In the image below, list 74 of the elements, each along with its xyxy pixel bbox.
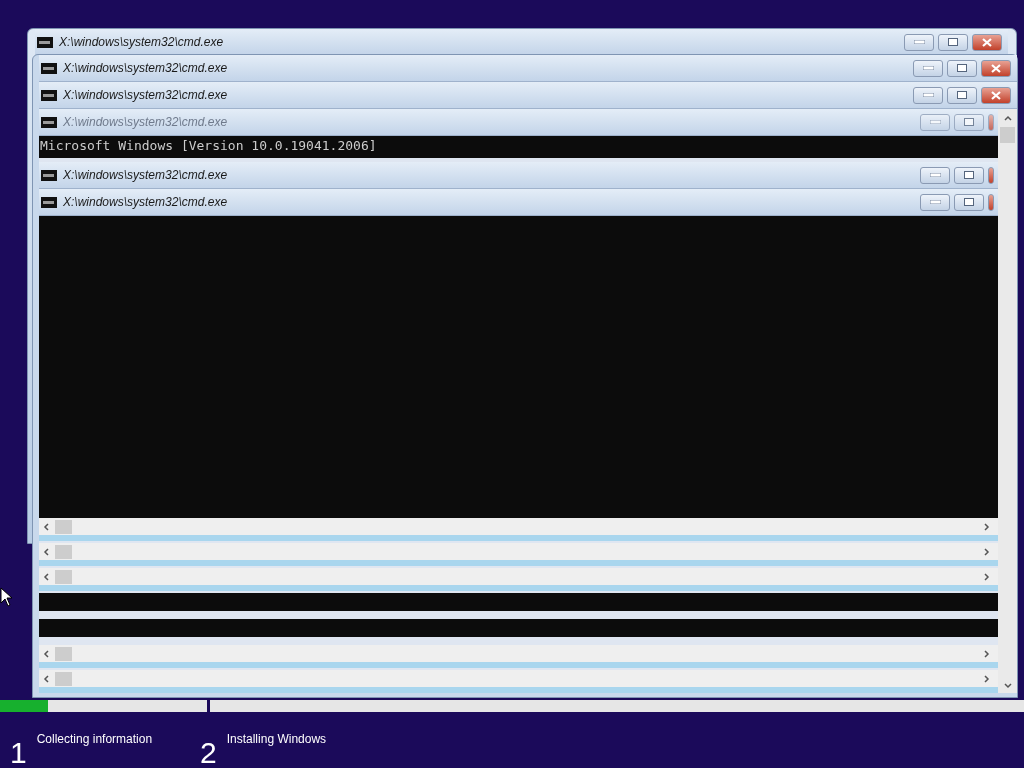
scroll-right-icon[interactable] — [982, 547, 990, 556]
horizontal-scrollbar[interactable] — [39, 568, 998, 591]
close-button[interactable] — [981, 86, 1011, 104]
close-button[interactable] — [981, 59, 1011, 77]
close-icon — [991, 63, 1001, 73]
scroll-down-icon[interactable] — [1003, 681, 1012, 689]
step-label: Collecting information — [36, 732, 153, 748]
maximize-icon — [964, 171, 974, 179]
horizontal-scrollbar[interactable] — [39, 518, 998, 541]
window-title: X:\windows\system32\cmd.exe — [63, 115, 229, 129]
maximize-button[interactable] — [938, 33, 968, 51]
scroll-right-icon[interactable] — [982, 522, 990, 531]
scroll-left-icon[interactable] — [43, 522, 51, 531]
scroll-thumb[interactable] — [55, 671, 72, 686]
window-title: X:\windows\system32\cmd.exe — [63, 168, 229, 182]
step-label: Installing Windows — [226, 732, 327, 748]
maximize-button[interactable] — [947, 59, 977, 77]
minimize-button[interactable] — [904, 33, 934, 51]
console-icon — [41, 196, 57, 208]
scroll-up-icon[interactable] — [1003, 115, 1012, 123]
console-icon — [37, 36, 53, 48]
vertical-scrollbar[interactable] — [998, 109, 1017, 693]
maximize-icon — [957, 64, 967, 72]
close-button[interactable] — [988, 193, 994, 211]
horizontal-scrollbar[interactable] — [39, 645, 998, 668]
minimize-icon — [929, 200, 941, 204]
maximize-icon — [948, 38, 958, 46]
maximize-button[interactable] — [954, 166, 984, 184]
scroll-thumb[interactable] — [1000, 127, 1015, 143]
console-icon — [41, 116, 57, 128]
close-button[interactable] — [988, 113, 994, 131]
console-icon — [41, 169, 57, 181]
minimize-icon — [922, 93, 934, 97]
horizontal-scrollbar[interactable] — [39, 543, 998, 566]
mouse-pointer-icon — [0, 587, 12, 607]
console-icon — [41, 89, 57, 101]
close-icon — [991, 90, 1001, 100]
minimize-button[interactable] — [913, 86, 943, 104]
window-title: X:\windows\system32\cmd.exe — [59, 35, 225, 49]
maximize-icon — [957, 91, 967, 99]
close-button[interactable] — [972, 33, 1002, 51]
window-title: X:\windows\system32\cmd.exe — [63, 61, 229, 75]
window-title: X:\windows\system32\cmd.exe — [63, 195, 229, 209]
step-number: 1 — [10, 735, 27, 768]
minimize-icon — [922, 66, 934, 70]
scroll-right-icon[interactable] — [982, 649, 990, 658]
maximize-button[interactable] — [954, 193, 984, 211]
close-icon — [982, 37, 992, 47]
scroll-thumb[interactable] — [55, 544, 72, 559]
minimize-icon — [913, 40, 925, 44]
close-button[interactable] — [988, 166, 994, 184]
maximize-button[interactable] — [954, 113, 984, 131]
step-number: 2 — [200, 735, 217, 768]
scroll-left-icon[interactable] — [43, 547, 51, 556]
minimize-button[interactable] — [920, 166, 950, 184]
scroll-right-icon[interactable] — [982, 674, 990, 683]
maximize-icon — [964, 198, 974, 206]
horizontal-scrollbar[interactable] — [39, 670, 998, 693]
scroll-right-icon[interactable] — [982, 572, 990, 581]
console-icon — [41, 62, 57, 74]
maximize-button[interactable] — [947, 86, 977, 104]
scroll-thumb[interactable] — [55, 646, 72, 661]
window-title: X:\windows\system32\cmd.exe — [63, 88, 229, 102]
minimize-button[interactable] — [920, 113, 950, 131]
scroll-left-icon[interactable] — [43, 674, 51, 683]
minimize-button[interactable] — [920, 193, 950, 211]
scroll-thumb[interactable] — [55, 569, 72, 584]
scroll-left-icon[interactable] — [43, 572, 51, 581]
console-line: Microsoft Windows [Version 10.0.19041.2006] — [39, 137, 377, 153]
scroll-left-icon[interactable] — [43, 649, 51, 658]
minimize-button[interactable] — [913, 59, 943, 77]
minimize-icon — [929, 173, 941, 177]
scroll-thumb[interactable] — [55, 519, 72, 534]
maximize-icon — [964, 118, 974, 126]
